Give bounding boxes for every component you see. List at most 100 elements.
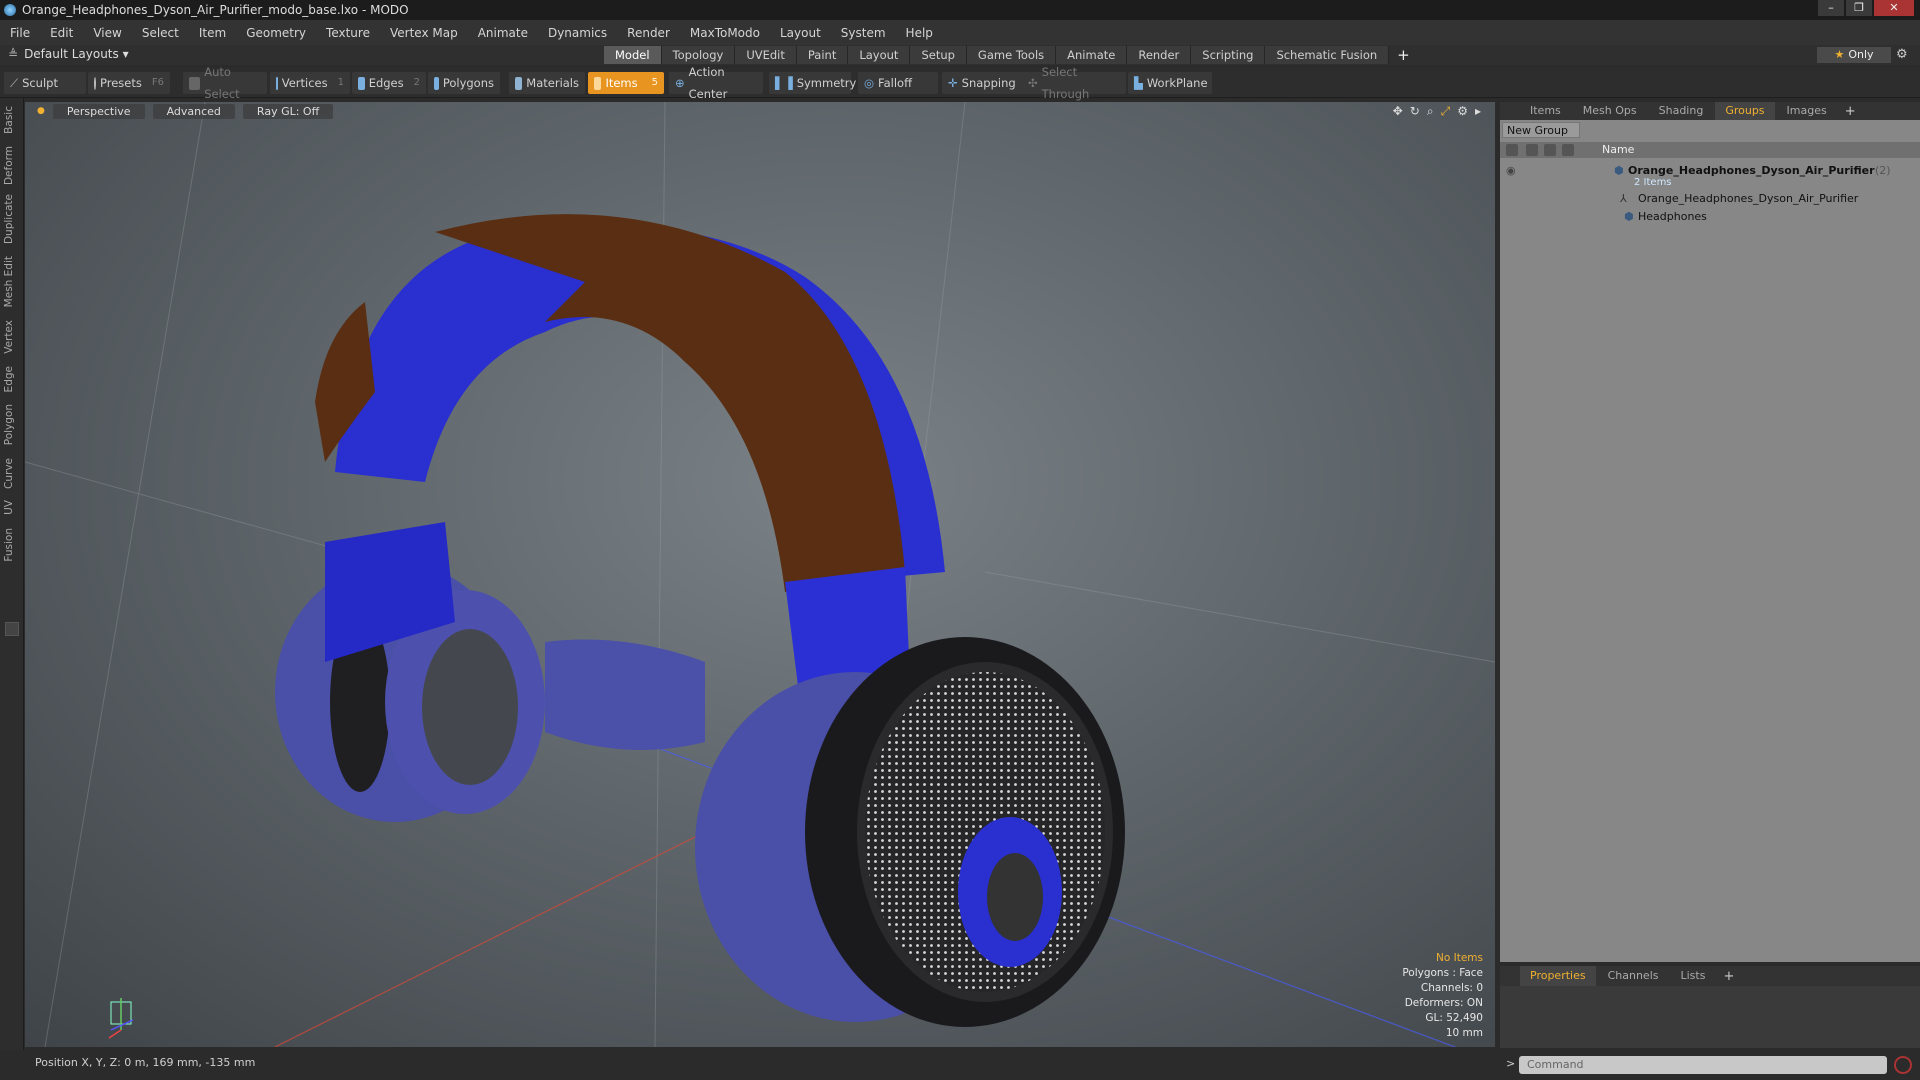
menu-vertex-map[interactable]: Vertex Map <box>380 26 468 40</box>
title-bar: Orange_Headphones_Dyson_Air_Purifier_mod… <box>0 0 1920 20</box>
menu-bar: File Edit View Select Item Geometry Text… <box>0 20 1920 45</box>
snapping-label: Snapping <box>961 76 1016 90</box>
rotate-icon[interactable]: ↻ <box>1410 104 1420 119</box>
lock-col-icon[interactable] <box>1544 144 1556 156</box>
vtab-polygon[interactable]: Polygon <box>3 404 21 445</box>
menu-help[interactable]: Help <box>896 26 943 40</box>
left-tool-tabs: Basic Deform Duplicate Mesh Edit Vertex … <box>0 98 24 1050</box>
vtab-edge[interactable]: Edge <box>3 366 21 392</box>
menu-system[interactable]: System <box>831 26 896 40</box>
tab-properties[interactable]: Properties <box>1520 966 1596 986</box>
raygl-button[interactable]: Ray GL: Off <box>242 103 334 119</box>
select-through-button[interactable]: ✣ Select Through <box>1022 65 1126 101</box>
tab-setup[interactable]: Setup <box>910 46 967 64</box>
perspective-button[interactable]: Perspective <box>52 103 145 119</box>
tab-scripting[interactable]: Scripting <box>1191 46 1266 64</box>
select-col-icon[interactable] <box>1562 144 1574 156</box>
tab-items[interactable]: Items <box>1520 102 1571 120</box>
new-group-button[interactable]: New Group <box>1502 122 1580 138</box>
vtab-vertex[interactable]: Vertex <box>3 320 21 354</box>
render-col-icon[interactable] <box>1526 144 1538 156</box>
polygons-button[interactable]: Polygons <box>428 72 500 94</box>
3d-viewport[interactable]: ● Perspective Advanced Ray GL: Off ✥ ↻ ⌕… <box>25 102 1495 1047</box>
vtab-basic[interactable]: Basic <box>3 106 21 134</box>
falloff-button[interactable]: ◎ Falloff <box>858 72 938 94</box>
vtab-fusion[interactable]: Fusion <box>3 528 21 562</box>
member-name: Orange_Headphones_Dyson_Air_Purifier <box>1638 192 1859 205</box>
pan-icon[interactable]: ✥ <box>1393 104 1403 119</box>
materials-icon <box>515 76 523 90</box>
menu-select[interactable]: Select <box>132 26 189 40</box>
only-button[interactable]: ★ Only <box>1817 47 1891 63</box>
auto-select-button[interactable]: Auto Select <box>183 65 267 101</box>
vtab-duplicate[interactable]: Duplicate <box>3 194 21 244</box>
symmetry-button[interactable]: ▌▐ Symmetry <box>769 72 856 94</box>
command-history-icon[interactable]: > <box>1506 1057 1515 1070</box>
inner-link <box>545 639 705 750</box>
vtab-uv[interactable]: UV <box>3 500 21 515</box>
snapping-button[interactable]: ✛ Snapping <box>942 72 1030 94</box>
presets-label: Presets <box>100 76 142 90</box>
tab-mesh-ops[interactable]: Mesh Ops <box>1573 102 1647 120</box>
tab-model[interactable]: Model <box>604 46 662 64</box>
tab-render[interactable]: Render <box>1127 46 1192 64</box>
fit-icon[interactable]: ⤢ <box>1441 104 1451 119</box>
menu-animate[interactable]: Animate <box>468 26 538 40</box>
items-count: 5 <box>651 77 658 88</box>
action-center-button[interactable]: ⊕ Action Center <box>669 65 763 101</box>
shading-button[interactable]: Advanced <box>152 103 235 119</box>
close-button[interactable]: ✕ <box>1874 0 1914 16</box>
group-member-row[interactable]: ⅄ Orange_Headphones_Dyson_Air_Purifier <box>1500 190 1920 207</box>
menu-item[interactable]: Item <box>189 26 236 40</box>
menu-dynamics[interactable]: Dynamics <box>538 26 617 40</box>
vtab-deform[interactable]: Deform <box>3 146 21 185</box>
items-label: Items <box>605 76 638 90</box>
tab-images[interactable]: Images <box>1777 102 1837 120</box>
menu-layout[interactable]: Layout <box>770 26 831 40</box>
z-axis-line <box>274 821 726 1047</box>
edges-button[interactable]: Edges 2 <box>352 72 426 94</box>
menu-maxtomodo[interactable]: MaxToModo <box>680 26 770 40</box>
gear-icon[interactable]: ⚙ <box>1896 47 1908 62</box>
add-tab-button[interactable]: + <box>1389 46 1418 64</box>
viewport-expand-icon[interactable]: ▸ <box>1475 104 1481 119</box>
menu-geometry[interactable]: Geometry <box>236 26 316 40</box>
group-member-row[interactable]: ⬢ Headphones <box>1500 208 1920 225</box>
name-column-header[interactable]: Name <box>1602 142 1634 158</box>
layouts-dropdown[interactable]: ≜ Default Layouts ▾ <box>8 47 129 61</box>
add-panel-tab-button[interactable]: + <box>1839 104 1862 119</box>
zoom-icon[interactable]: ⌕ <box>1427 104 1434 119</box>
workplane-button[interactable]: ▙ WorkPlane <box>1128 72 1212 94</box>
viewport-settings-icon[interactable]: ⚙ <box>1457 104 1468 119</box>
presets-button[interactable]: Presets F6 <box>88 72 170 94</box>
tab-shading[interactable]: Shading <box>1649 102 1714 120</box>
tab-paint[interactable]: Paint <box>796 46 849 64</box>
add-properties-tab-button[interactable]: + <box>1717 969 1740 984</box>
falloff-icon: ◎ <box>864 76 875 90</box>
menu-texture[interactable]: Texture <box>316 26 380 40</box>
vtab-mesh-edit[interactable]: Mesh Edit <box>3 256 21 307</box>
items-button[interactable]: Items 5 <box>588 72 664 94</box>
tab-lists[interactable]: Lists <box>1671 966 1716 986</box>
viewport-menu-dot[interactable]: ● <box>37 106 45 116</box>
tab-layout[interactable]: Layout <box>848 46 911 64</box>
command-stop-icon[interactable] <box>1894 1056 1912 1074</box>
menu-view[interactable]: View <box>83 26 131 40</box>
maximize-button[interactable]: ❐ <box>1846 0 1872 16</box>
sculpt-button[interactable]: ⟋ Sculpt <box>4 72 86 94</box>
tab-schematic-fusion[interactable]: Schematic Fusion <box>1265 46 1390 64</box>
minimize-button[interactable]: – <box>1818 0 1844 16</box>
toolbox-toggle[interactable] <box>5 622 19 636</box>
right-ear-cup <box>695 637 1125 1027</box>
tab-channels[interactable]: Channels <box>1598 966 1669 986</box>
menu-render[interactable]: Render <box>617 26 680 40</box>
menu-edit[interactable]: Edit <box>40 26 83 40</box>
menu-file[interactable]: File <box>0 26 40 40</box>
visibility-col-icon[interactable] <box>1506 144 1518 156</box>
vertices-button[interactable]: Vertices 1 <box>270 72 350 94</box>
command-input[interactable]: Command <box>1519 1056 1887 1074</box>
tab-groups[interactable]: Groups <box>1715 102 1775 120</box>
materials-button[interactable]: Materials <box>509 72 585 94</box>
window-controls: – ❐ ✕ <box>1818 0 1914 16</box>
vtab-curve[interactable]: Curve <box>3 458 21 489</box>
